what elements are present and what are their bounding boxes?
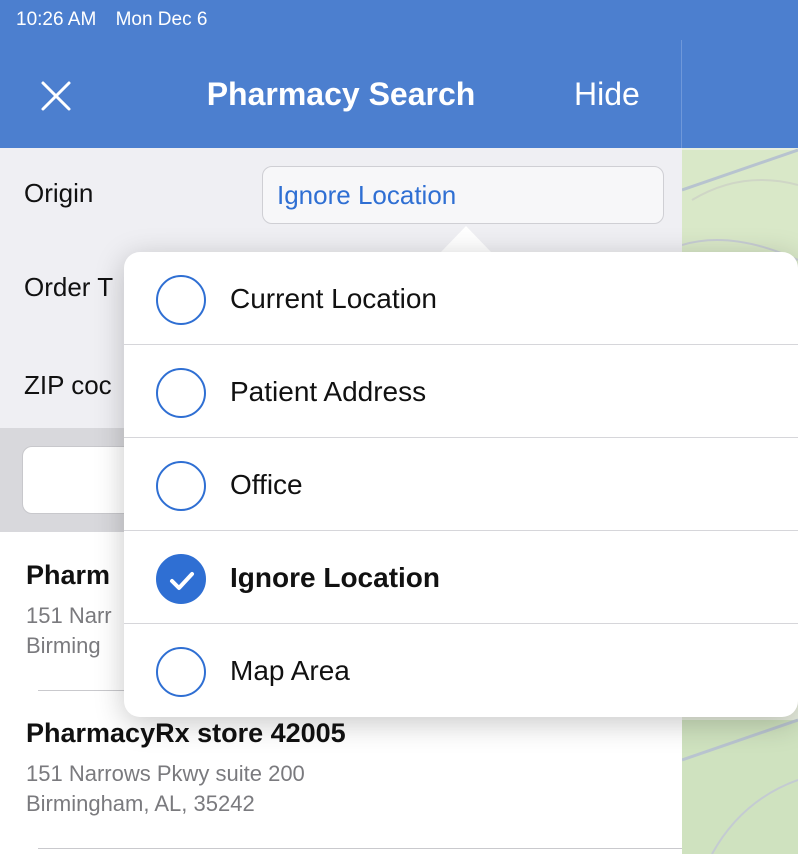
status-bar: 10:26 AM Mon Dec 6 <box>0 0 798 40</box>
option-label: Patient Address <box>230 376 427 407</box>
address-line-1: 151 Narrows Pkwy suite 200 <box>26 761 305 786</box>
address-line-2: Birmingham, AL, 35242 <box>26 791 255 816</box>
option-ignore-location[interactable]: Ignore Location <box>124 531 798 624</box>
pharmacy-name: PharmacyRx store 42005 <box>26 718 346 748</box>
hide-button[interactable]: Hide <box>574 76 640 113</box>
pharmacy-address: 151 Narrows Pkwy suite 200 Birmingham, A… <box>26 759 666 819</box>
origin-label: Origin <box>24 178 94 208</box>
navigation-bar: Pharmacy Search Hide <box>0 40 682 148</box>
status-time: 10:26 AM <box>16 9 97 30</box>
radio-unchecked-icon <box>156 647 206 697</box>
order-type-label: Order T <box>24 272 114 302</box>
radio-unchecked-icon <box>156 461 206 511</box>
origin-selector[interactable]: Ignore Location <box>262 166 664 224</box>
option-map-area[interactable]: Map Area <box>124 624 798 717</box>
map-header <box>682 40 798 148</box>
option-current-location[interactable]: Current Location <box>124 252 798 345</box>
list-item[interactable]: PharmacyRx store 42005 151 Narrows Pkwy … <box>26 718 666 819</box>
option-patient-address[interactable]: Patient Address <box>124 345 798 438</box>
option-label: Map Area <box>230 655 350 686</box>
option-label: Ignore Location <box>230 562 440 593</box>
status-date: Mon Dec 6 <box>115 9 208 30</box>
radio-unchecked-icon <box>156 368 206 418</box>
option-label: Current Location <box>230 283 438 314</box>
option-office[interactable]: Office <box>124 438 798 531</box>
checkmark-icon <box>156 554 206 604</box>
radio-unchecked-icon <box>156 275 206 325</box>
option-label: Office <box>230 469 303 500</box>
divider <box>38 848 682 849</box>
popover-arrow <box>440 226 492 253</box>
zip-code-label: ZIP coc <box>24 370 112 400</box>
origin-options-popover: Current Location Patient Address Office … <box>124 252 798 717</box>
